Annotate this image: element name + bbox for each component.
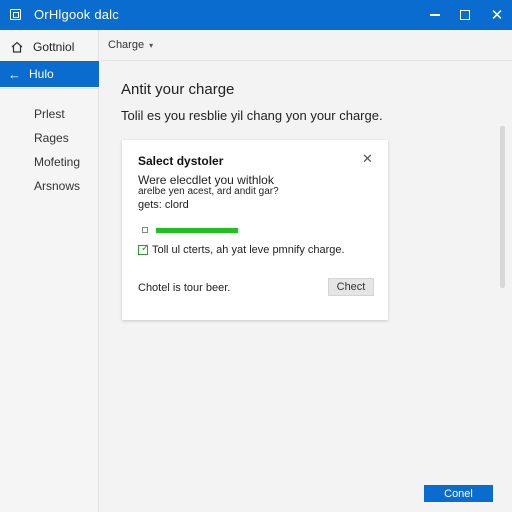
sidebar-item-home[interactable]: Gottniol — [0, 34, 99, 60]
sidebar-divider — [0, 88, 99, 89]
close-window-button[interactable]: ✕ — [482, 0, 512, 30]
sidebar-item-active[interactable]: ← Hulo — [0, 61, 99, 87]
page-title: Antit your charge — [121, 81, 235, 98]
close-icon: ✕ — [490, 6, 504, 24]
back-arrow-icon: ← — [8, 66, 21, 82]
scrollbar[interactable] — [500, 126, 505, 288]
title-bar: OrHlgook dalc ✕ — [0, 0, 512, 30]
window-title: OrHlgook dalc — [34, 7, 119, 22]
minimize-icon — [430, 14, 440, 16]
progress-marker — [142, 227, 148, 233]
checkmark-icon: ✓ — [141, 243, 150, 254]
sidebar-item-2[interactable]: Rages — [34, 131, 69, 145]
progress-bar-fill — [156, 228, 239, 233]
close-icon: ✕ — [362, 151, 373, 166]
main-panel: Charge ▾ Antit your charge Tolil es you … — [100, 30, 512, 512]
home-icon — [11, 41, 23, 53]
primary-action-button[interactable]: Conel — [424, 485, 493, 502]
dialog-close-button[interactable]: ✕ — [362, 151, 373, 167]
maximize-icon — [460, 10, 470, 20]
page-description: Tolil es you resblie yil chang yon your … — [121, 108, 383, 123]
check-button[interactable]: Chect — [328, 278, 374, 296]
breadcrumb-label: Charge — [108, 39, 145, 51]
checkbox-label: Toll ul cterts, ah yat leve pmnify charg… — [152, 244, 345, 256]
sidebar-item-1[interactable]: Prlest — [34, 107, 65, 121]
dialog-footer-text: Chotel is tour beer. — [138, 282, 231, 294]
sidebar: Gottniol ← Hulo Prlest Rages Mofeting Ar… — [0, 30, 99, 512]
chevron-down-icon: ▾ — [149, 40, 154, 50]
app-icon — [10, 9, 21, 20]
minimize-button[interactable] — [420, 0, 450, 30]
dialog-text-line: Were elecdlet you withlok — [138, 173, 274, 187]
confirm-checkbox[interactable]: ✓ — [138, 243, 150, 255]
sidebar-item-3[interactable]: Mofeting — [34, 155, 80, 169]
dialog-text-line: gets: clord — [138, 199, 189, 211]
dialog-card: Salect dystoler ✕ Were elecdlet you with… — [122, 140, 388, 320]
dialog-title: Salect dystoler — [138, 154, 224, 168]
dialog-text-line: arelbe yen acest, ard andit gar? — [138, 186, 279, 197]
header-divider — [100, 60, 512, 61]
maximize-button[interactable] — [450, 0, 480, 30]
sidebar-item-label: Gottniol — [33, 40, 75, 54]
breadcrumb[interactable]: Charge ▾ — [108, 39, 153, 51]
progress-bar — [156, 228, 240, 233]
sidebar-item-label: Hulo — [29, 67, 54, 81]
sidebar-item-4[interactable]: Arsnows — [34, 179, 80, 193]
